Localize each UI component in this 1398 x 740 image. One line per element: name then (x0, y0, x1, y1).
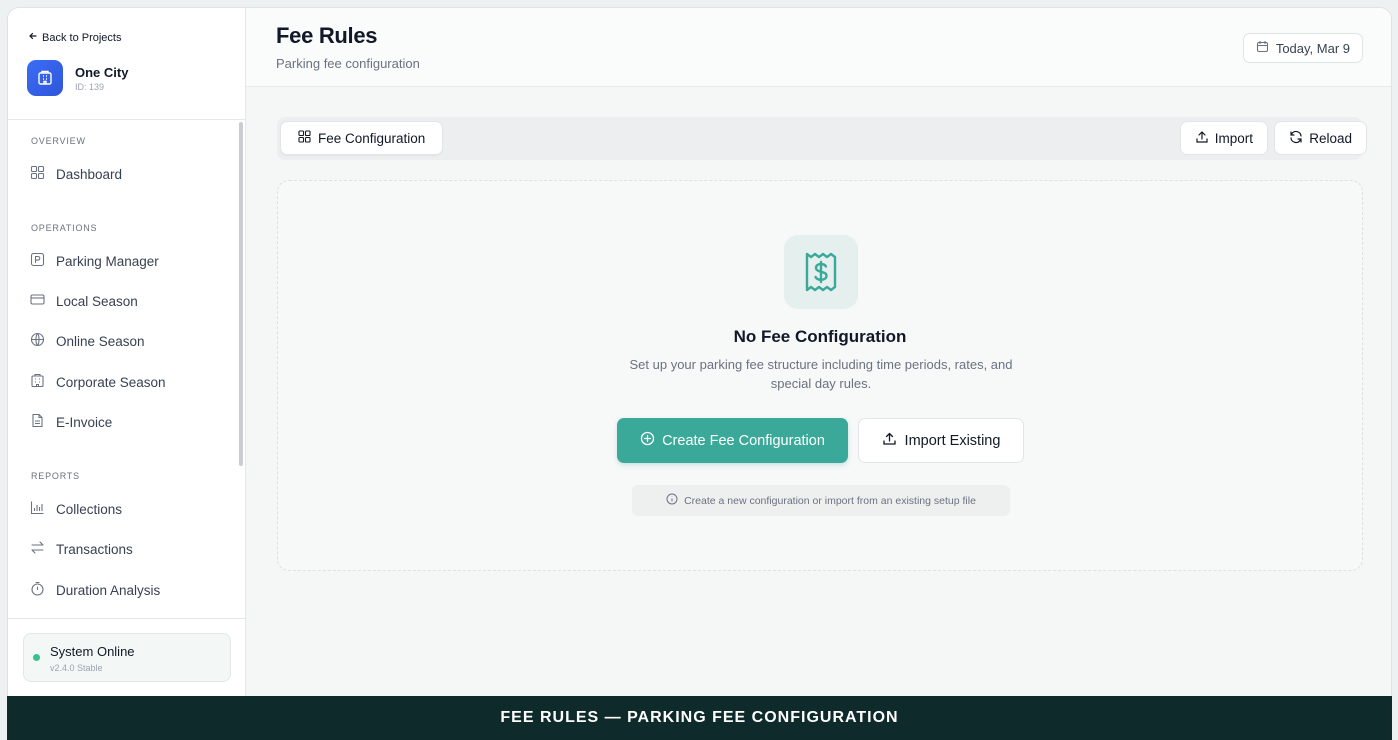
sidebar-item-label: Collections (56, 501, 123, 517)
bar-chart-icon (30, 500, 45, 518)
project-header[interactable]: One City ID: 139 (27, 60, 128, 96)
create-label: Create Fee Configuration (662, 432, 825, 449)
grid-icon (30, 165, 45, 183)
import-button[interactable]: Import (1179, 121, 1268, 155)
sidebar-item-corporate-season[interactable]: Corporate Season (30, 373, 166, 391)
building-icon (27, 60, 63, 96)
sidebar-item-label: Corporate Season (56, 374, 166, 390)
building-icon (30, 373, 45, 391)
empty-state-card: No Fee Configuration Set up your parking… (277, 180, 1363, 571)
refresh-icon (1289, 130, 1303, 147)
sidebar-item-dashboard[interactable]: Dashboard (30, 165, 122, 183)
arrows-exchange-icon (30, 540, 45, 558)
reload-label: Reload (1309, 130, 1352, 146)
sidebar-item-collections[interactable]: Collections (30, 500, 122, 518)
credit-card-icon (30, 292, 45, 310)
sidebar-item-label: Parking Manager (56, 253, 159, 269)
project-name: One City (75, 64, 129, 80)
sidebar-item-label: Duration Analysis (56, 582, 161, 598)
app-window: Back to Projects One City ID: 139 OVERVI… (7, 7, 1392, 740)
empty-state-title: No Fee Configuration (733, 327, 907, 346)
sidebar-item-label: Local Season (56, 293, 138, 309)
tab-fee-configuration[interactable]: Fee Configuration (280, 121, 444, 155)
arrow-left-icon (28, 31, 38, 44)
sidebar-item-label: E-Invoice (56, 414, 113, 430)
calendar-icon (1256, 40, 1269, 56)
empty-state-description: Set up your parking fee structure includ… (629, 357, 1013, 391)
sidebar-item-label: Transactions (56, 541, 133, 557)
sidebar-divider (8, 618, 245, 619)
date-label: Today, Mar 9 (1275, 40, 1350, 56)
sidebar-item-e-invoice[interactable]: E-Invoice (30, 413, 112, 431)
info-icon (666, 493, 678, 508)
sidebar-item-transactions[interactable]: Transactions (30, 540, 133, 558)
sidebar-item-parking-manager[interactable]: Parking Manager (30, 252, 159, 270)
parking-icon (30, 252, 45, 270)
sidebar-item-label: Online Season (56, 333, 145, 349)
dollar-receipt-icon (784, 235, 858, 309)
grid-icon (298, 130, 311, 146)
upload-icon (1195, 130, 1209, 147)
create-fee-configuration-button[interactable]: Create Fee Configuration (617, 418, 848, 463)
section-label-overview: OVERVIEW (31, 136, 86, 146)
hint-box: Create a new configuration or import fro… (632, 485, 1010, 516)
import-existing-label: Import Existing (904, 432, 1001, 449)
toolbar: Fee Configuration Import Reload (277, 117, 1367, 160)
page-title: Fee Rules (276, 23, 378, 48)
globe-icon (30, 332, 45, 350)
banner-text: FEE RULES — PARKING FEE CONFIGURATION (500, 709, 899, 726)
project-id: ID: 139 (75, 81, 105, 92)
sidebar-divider (8, 119, 245, 120)
back-to-projects-link[interactable]: Back to Projects (28, 31, 121, 44)
page-subtitle: Parking fee configuration (276, 56, 420, 71)
upload-icon (882, 431, 897, 450)
sidebar-item-online-season[interactable]: Online Season (30, 332, 145, 350)
tab-label: Fee Configuration (318, 130, 426, 146)
sidebar-scrollbar[interactable] (239, 122, 243, 466)
sidebar-item-label: Dashboard (56, 166, 123, 182)
import-label: Import (1214, 130, 1253, 146)
section-label-operations: OPERATIONS (31, 223, 98, 233)
sidebar-item-local-season[interactable]: Local Season (30, 292, 138, 310)
reload-button[interactable]: Reload (1274, 121, 1367, 155)
timer-icon (30, 581, 45, 599)
plus-circle-icon (640, 431, 655, 450)
page-caption-banner: FEE RULES — PARKING FEE CONFIGURATION (7, 696, 1392, 740)
status-version: v2.4.0 Stable (50, 663, 103, 673)
back-label: Back to Projects (42, 31, 122, 44)
sidebar-item-duration-analysis[interactable]: Duration Analysis (30, 581, 160, 599)
status-title: System Online (50, 644, 135, 659)
sidebar: Back to Projects One City ID: 139 OVERVI… (8, 8, 246, 697)
document-icon (30, 413, 45, 431)
hint-text: Create a new configuration or import fro… (684, 494, 976, 507)
system-status-card: System Online v2.4.0 Stable (23, 633, 231, 682)
page-header: Fee Rules Parking fee configuration Toda… (246, 8, 1391, 87)
section-label-reports: REPORTS (31, 471, 80, 481)
import-existing-button[interactable]: Import Existing (858, 418, 1024, 463)
date-button[interactable]: Today, Mar 9 (1242, 33, 1363, 63)
status-dot (33, 654, 40, 661)
